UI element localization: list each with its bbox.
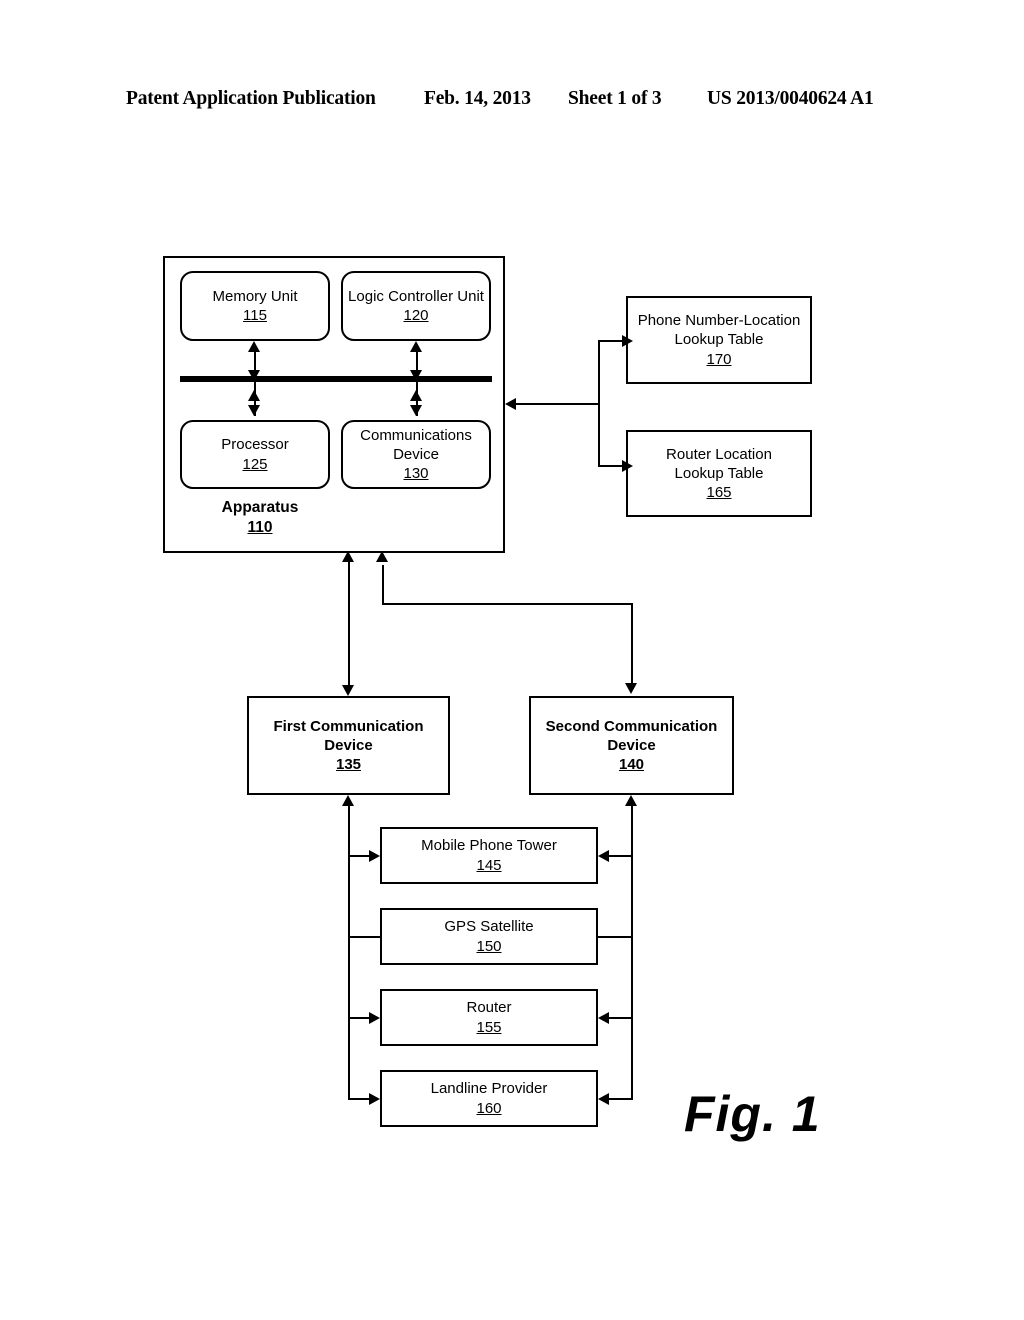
right-branch-router [609,1017,633,1019]
second-device-path-arrowhead-down [625,683,637,694]
apparatus-lookup-trunk-horizontal [516,403,600,405]
router-table-arrowhead [622,460,633,472]
apparatus-label: Apparatus 110 [195,498,325,538]
router-location-lookup-table-box: Router Location Lookup Table 165 [626,430,812,517]
processor-number: 125 [242,455,268,473]
first-communication-device-number: 135 [335,756,362,774]
router-title: Router [466,999,512,1017]
left-arrowhead-router [369,1012,380,1024]
header-patent-number: US 2013/0040624 A1 [707,88,874,109]
mobile-phone-tower-title: Mobile Phone Tower [421,837,557,855]
communications-device-number: 130 [403,465,429,483]
first-communication-device-title: First Communication Device [273,717,424,754]
right-branch-mobile-phone-tower [609,855,633,857]
memory-bus-arrowhead-down [248,370,260,381]
apparatus-first-device-arrowhead-down [342,685,354,696]
second-communication-device-number: 140 [618,756,645,774]
second-device-network-trunk [631,803,633,1099]
landline-provider-number: 160 [476,1099,502,1117]
apparatus-label-text: Apparatus [221,499,299,516]
logic-bus-arrowhead-down [410,370,422,381]
phone-number-location-lookup-table-number: 170 [706,350,732,368]
second-device-path-vertical-right [631,603,633,683]
left-arrowhead-landline-provider [369,1093,380,1105]
right-arrowhead-landline-provider [598,1093,609,1105]
comms-bus-arrowhead-down [410,405,422,416]
communications-device-box: Communications Device 130 [341,420,491,489]
second-device-path-horizontal [382,603,633,605]
right-arrowhead-mobile-phone-tower [598,850,609,862]
gps-satellite-box: GPS Satellite 150 [380,908,598,965]
phone-number-location-lookup-table-box: Phone Number-Location Lookup Table 170 [626,296,812,384]
phone-number-location-lookup-table-title: Phone Number-Location Lookup Table [637,312,801,349]
header-publication: Patent Application Publication [126,88,376,109]
left-arrowhead-mobile-phone-tower [369,850,380,862]
logic-controller-unit-box: Logic Controller Unit 120 [341,271,491,341]
apparatus-lookup-arrowhead [505,398,516,410]
second-device-path-arrowhead-up [376,551,388,562]
second-communication-device-title: Second Communication Device [545,717,718,754]
logic-bus-arrowhead-up [410,341,422,352]
header-date: Feb. 14, 2013 [424,88,531,109]
router-location-lookup-table-number: 165 [706,484,732,502]
figure-caption: Fig. 1 [684,1086,821,1142]
second-device-network-arrowhead-up [625,795,637,806]
internal-bus-line [180,376,492,382]
right-branch-gps-satellite [598,936,633,938]
left-branch-gps-satellite [348,936,382,938]
right-branch-landline-provider [609,1098,633,1100]
header-sheet: Sheet 1 of 3 [568,88,662,109]
first-device-network-trunk [348,803,350,1099]
router-box: Router 155 [380,989,598,1046]
right-arrowhead-router [598,1012,609,1024]
mobile-phone-tower-number: 145 [476,856,502,874]
first-device-network-arrowhead-up [342,795,354,806]
processor-bus-arrowhead-up [248,390,260,401]
memory-unit-number: 115 [243,307,267,324]
apparatus-first-device-line [348,558,350,691]
processor-box: Processor 125 [180,420,330,489]
processor-bus-arrowhead-down [248,405,260,416]
processor-title: Processor [221,436,289,454]
first-communication-device-box: First Communication Device 135 [247,696,450,795]
communications-device-title: Communications Device [360,426,472,463]
lookup-trunk-vertical [598,340,600,467]
gps-satellite-number: 150 [476,937,502,955]
second-device-path-vertical-left [382,565,384,604]
mobile-phone-tower-box: Mobile Phone Tower 145 [380,827,598,884]
router-number: 155 [476,1018,502,1036]
router-location-lookup-table-title: Router Location Lookup Table [666,445,772,482]
logic-controller-unit-title: Logic Controller Unit [348,287,484,305]
page-header: Patent Application Publication Feb. 14, … [0,88,1024,114]
memory-unit-title: Memory Unit [212,287,298,305]
comms-bus-arrowhead-up [410,390,422,401]
second-communication-device-box: Second Communication Device 140 [529,696,734,795]
apparatus-number: 110 [247,519,273,537]
apparatus-first-device-arrowhead-up [342,551,354,562]
landline-provider-title: Landline Provider [430,1080,548,1098]
memory-unit-box: Memory Unit 115 [180,271,330,341]
gps-satellite-title: GPS Satellite [444,918,534,936]
phone-table-arrowhead [622,335,633,347]
landline-provider-box: Landline Provider 160 [380,1070,598,1127]
patent-figure-page: Patent Application Publication Feb. 14, … [0,0,1024,1320]
logic-controller-unit-number: 120 [403,307,429,324]
memory-bus-arrowhead-up [248,341,260,352]
